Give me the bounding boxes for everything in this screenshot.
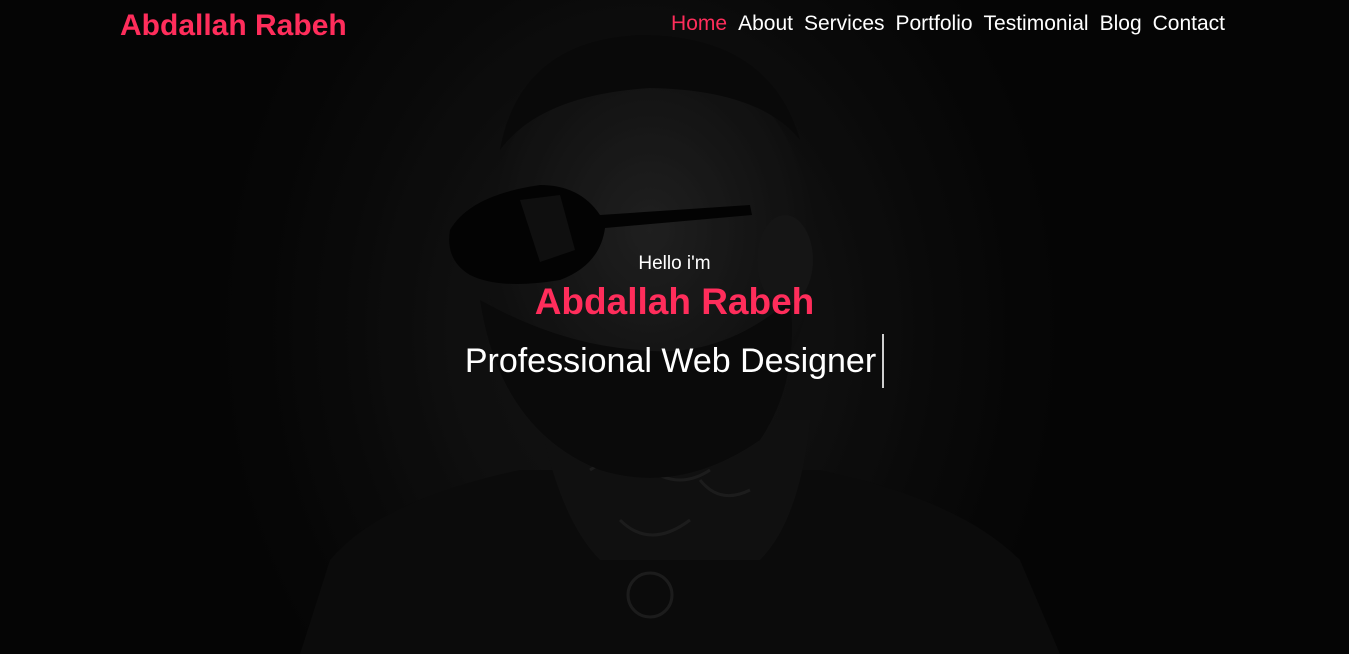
nav-item-home: Home [671,10,727,38]
nav-item-testimonial: Testimonial [984,10,1089,38]
nav-menu: Home About Services Portfolio Testimonia… [671,10,1225,38]
nav-link-home[interactable]: Home [671,12,727,35]
nav-item-contact: Contact [1153,10,1225,38]
nav-item-portfolio: Portfolio [896,10,973,38]
nav-item-about: About [738,10,793,38]
hero-name: Abdallah Rabeh [534,281,815,322]
hero-role-typed-text: Professional Web Designer [464,342,877,380]
nav-link-services[interactable]: Services [804,12,885,35]
nav-item-blog: Blog [1100,10,1142,38]
nav-link-contact[interactable]: Contact [1153,12,1225,35]
hero-section: Abdallah Rabeh Home About Services Portf… [0,0,1349,654]
typing-cursor [882,334,885,388]
brand-logo[interactable]: Abdallah Rabeh [120,8,347,44]
hero-intro: Hello i'm Abdallah Rabeh Professional We… [0,250,1349,388]
nav-link-blog[interactable]: Blog [1100,12,1142,35]
hero-role-line: Professional Web Designer [464,334,885,388]
nav-link-testimonial[interactable]: Testimonial [984,12,1089,35]
nav-link-about[interactable]: About [738,12,793,35]
nav-link-portfolio[interactable]: Portfolio [896,12,973,35]
hero-greeting: Hello i'm [638,253,711,274]
nav-item-services: Services [804,10,885,38]
navbar: Abdallah Rabeh Home About Services Portf… [0,0,1349,50]
